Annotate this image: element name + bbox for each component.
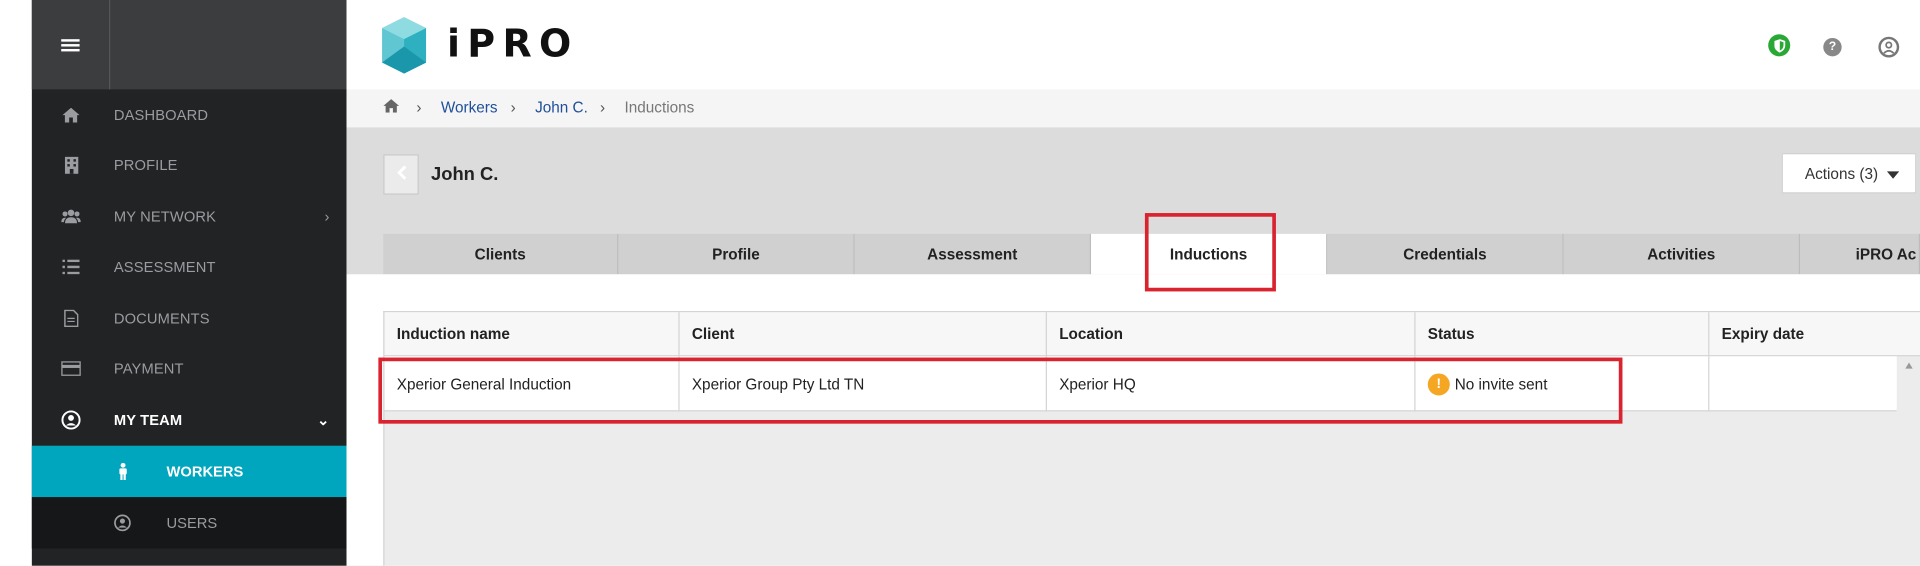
actions-label: Actions (3): [1804, 164, 1879, 182]
shield-icon[interactable]: [1768, 34, 1791, 57]
tab-credentials[interactable]: Credentials: [1327, 233, 1564, 275]
sidebar-item-label: WORKERS: [166, 462, 244, 481]
back-button[interactable]: [383, 154, 419, 195]
help-icon[interactable]: ?: [1823, 37, 1842, 57]
home-icon[interactable]: [383, 99, 400, 116]
sidebar: DASHBOARD PROFILE MY NETWORK › ASSESSMEN…: [31, 0, 347, 566]
breadcrumb-current: Inductions: [624, 99, 695, 117]
chevron-down-icon: ⌄: [317, 410, 330, 428]
table-row[interactable]: Xperior General Induction Xperior Group …: [384, 356, 1897, 412]
user-account-icon[interactable]: [1878, 36, 1900, 58]
page: DASHBOARD PROFILE MY NETWORK › ASSESSMEN…: [0, 0, 1920, 566]
breadcrumb-separator-icon: ›: [416, 99, 422, 117]
cell-location: Xperior HQ: [1047, 356, 1416, 412]
home-icon: [61, 105, 81, 125]
caret-down-icon: [1886, 171, 1900, 179]
tab-ipro-account[interactable]: iPRO Ac: [1800, 233, 1920, 275]
brand-name: iPRO: [446, 22, 579, 67]
sidebar-item-payment[interactable]: PAYMENT: [32, 343, 347, 393]
users-icon: [61, 206, 81, 226]
sidebar-item-label: DASHBOARD: [113, 105, 209, 124]
hamburger-icon: [61, 36, 80, 53]
credit-card-icon: [61, 358, 81, 378]
column-header-client[interactable]: Client: [680, 312, 1047, 357]
actions-dropdown[interactable]: Actions (3): [1781, 153, 1917, 194]
tab-profile[interactable]: Profile: [618, 233, 855, 275]
breadcrumb-separator-icon: ›: [510, 99, 516, 117]
person-icon: [113, 462, 133, 482]
sidebar-item-label: PROFILE: [113, 156, 178, 174]
column-header-induction-name[interactable]: Induction name: [384, 312, 680, 357]
tab-inductions[interactable]: Inductions: [1091, 233, 1328, 275]
sidebar-subitem-users[interactable]: USERS: [31, 497, 347, 549]
ipro-logo-icon: [382, 17, 427, 74]
cell-expiry-date: [1709, 356, 1896, 411]
sidebar-item-label: DOCUMENTS: [113, 309, 210, 327]
tab-assessment[interactable]: Assessment: [854, 233, 1092, 275]
breadcrumb-separator-icon: ›: [600, 99, 606, 117]
sidebar-item-label: PAYMENT: [113, 359, 184, 377]
sidebar-item-label: USERS: [166, 514, 218, 532]
user-circle-icon: [113, 513, 133, 533]
tab-clients[interactable]: Clients: [383, 233, 619, 275]
sidebar-item-documents[interactable]: DOCUMENTS: [32, 293, 347, 343]
breadcrumb-workers[interactable]: Workers: [441, 99, 498, 116]
tab-bar: Clients Profile Assessment Inductions Cr…: [383, 233, 1920, 275]
sidebar-item-dashboard[interactable]: DASHBOARD: [32, 89, 347, 139]
column-header-location[interactable]: Location: [1047, 312, 1416, 357]
inductions-panel: Induction name Client Location Status Ex…: [346, 274, 1920, 566]
breadcrumb: › Workers › John C. › Inductions: [346, 89, 1920, 128]
chevron-right-icon: ›: [324, 207, 330, 225]
sidebar-item-my-network[interactable]: MY NETWORK ›: [32, 191, 347, 241]
document-icon: [61, 308, 81, 328]
tab-activities[interactable]: Activities: [1563, 233, 1801, 275]
page-title: John C.: [431, 164, 499, 185]
sidebar-item-my-team[interactable]: MY TEAM ⌄: [32, 394, 347, 444]
sidebar-header: [31, 0, 347, 90]
cell-client: Xperior Group Pty Ltd TN: [680, 356, 1047, 412]
top-header: iPRO ?: [346, 0, 1920, 90]
cell-status: ! No invite sent: [1416, 356, 1710, 412]
main-content: John C. Actions (3) Clients Profile Asse…: [346, 127, 1920, 566]
hamburger-menu-button[interactable]: [32, 0, 111, 90]
sidebar-item-label: MY TEAM: [113, 410, 183, 428]
sidebar-item-assessment[interactable]: ASSESSMENT: [32, 241, 347, 291]
warning-icon: !: [1427, 372, 1450, 395]
sidebar-subitem-workers[interactable]: WORKERS: [31, 445, 347, 498]
user-circle-icon: [61, 409, 81, 430]
sidebar-item-label: MY NETWORK: [113, 207, 217, 225]
left-gutter: [0, 0, 32, 566]
list-icon: [61, 257, 81, 277]
status-text: No invite sent: [1454, 375, 1548, 393]
sidebar-item-profile[interactable]: PROFILE: [32, 140, 347, 190]
building-icon: [61, 155, 81, 175]
inductions-table: Induction name Client Location Status Ex…: [383, 311, 1920, 566]
chevron-left-icon: [396, 163, 406, 185]
breadcrumb-worker[interactable]: John C.: [535, 99, 588, 116]
column-header-expiry-date[interactable]: Expiry date: [1709, 312, 1920, 356]
table-header: Induction name Client Location Status Ex…: [384, 312, 1920, 357]
scroll-up-arrow-icon[interactable]: [1905, 362, 1913, 369]
sidebar-item-label: ASSESSMENT: [113, 257, 216, 275]
cell-induction-name: Xperior General Induction: [384, 356, 680, 412]
column-header-status[interactable]: Status: [1416, 312, 1710, 357]
